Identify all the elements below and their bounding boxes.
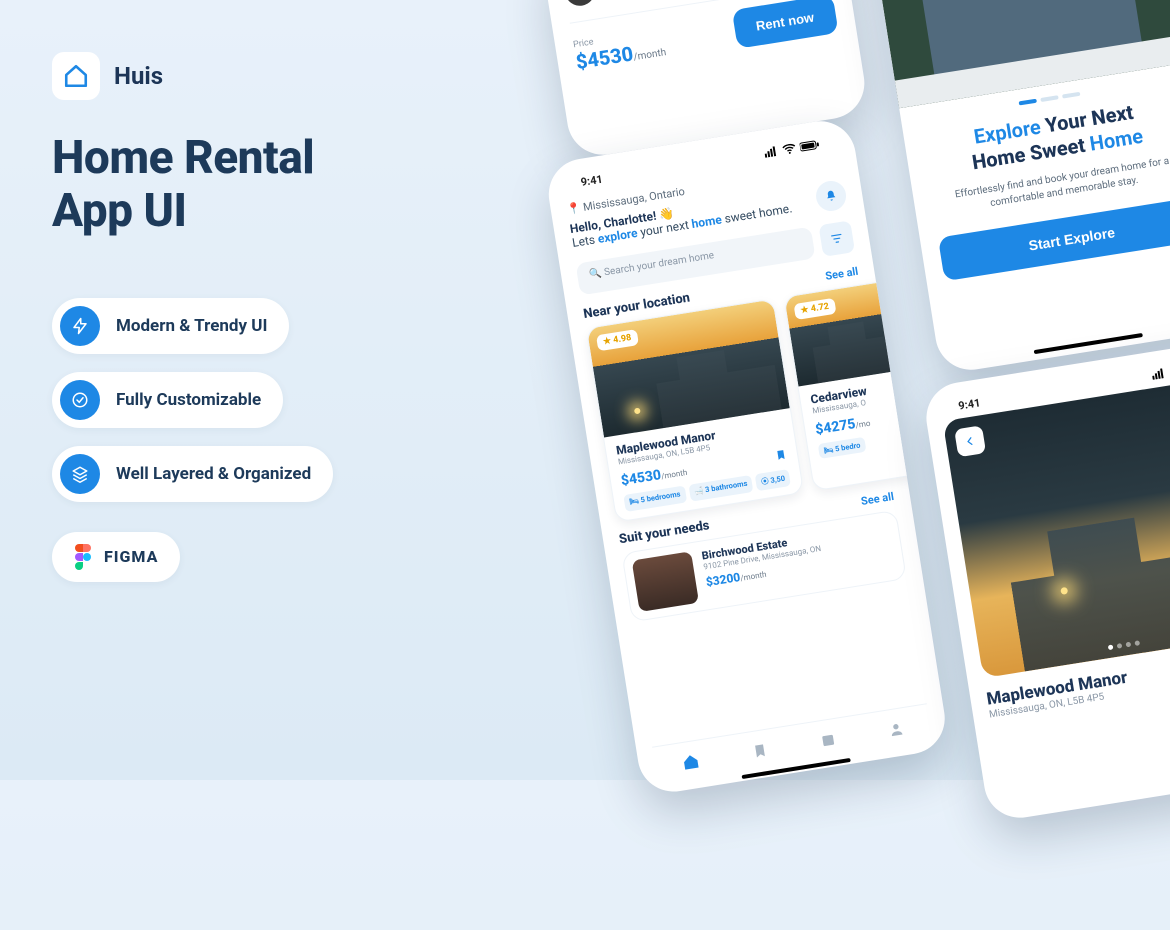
headline: Home Rental App UI <box>52 132 472 238</box>
layers-icon <box>60 454 100 494</box>
check-circle-icon <box>60 380 100 420</box>
status-time: 9:41 <box>957 396 981 412</box>
filter-icon <box>829 231 845 247</box>
home-indicator <box>1034 333 1143 354</box>
owner-avatar <box>563 0 597 8</box>
feature-chip: 🛏 5 bedrooms <box>623 486 686 512</box>
brand-block: Huis <box>52 52 472 100</box>
see-all-link[interactable]: See all <box>860 490 895 508</box>
price-per: /month <box>633 47 667 63</box>
phone-detail: 9:41 Maplewood Manor Mississauga, ON, L5… <box>921 338 1170 823</box>
brand-logo <box>52 52 100 100</box>
filter-button[interactable] <box>818 220 855 257</box>
pin-icon: 📍 <box>566 201 582 216</box>
wifi-icon <box>781 143 796 155</box>
listing-price: $4530 <box>620 467 662 489</box>
status-time: 9:41 <box>580 172 604 188</box>
phone-onboarding: Explore Your Next Home Sweet Home Effort… <box>866 0 1170 375</box>
calendar-icon <box>818 730 837 750</box>
see-all-link[interactable]: See all <box>824 265 859 283</box>
feature-label: Well Layered & Organized <box>116 464 311 484</box>
feature-chip: 🛁 3 bathrooms <box>688 475 754 502</box>
chevron-left-icon <box>964 435 976 448</box>
status-icons <box>1151 361 1170 380</box>
house-icon <box>63 63 89 89</box>
listing-card[interactable]: ★ 4.98 Maplewood Manor Mississauga, ON, … <box>586 298 804 522</box>
figma-label: FIGMA <box>104 547 158 566</box>
user-icon <box>886 719 905 739</box>
bookmark-icon <box>750 740 769 760</box>
feature-pill-layered: Well Layered & Organized <box>52 446 333 502</box>
battery-icon <box>799 139 820 152</box>
feature-pill-modern: Modern & Trendy UI <box>52 298 289 354</box>
tab-bar <box>652 703 933 786</box>
bookmark-button[interactable] <box>774 447 788 463</box>
bell-icon <box>823 188 839 204</box>
notifications-button[interactable] <box>814 179 848 213</box>
rent-now-button[interactable]: Rent now <box>731 0 838 49</box>
listing-card[interactable]: ★ 4.72 Cedarview Mississauga, O $4275/mo… <box>783 278 932 491</box>
listing-thumb <box>632 551 699 612</box>
feature-chip: 🛏 5 bedro <box>818 437 867 459</box>
tab-bookings[interactable] <box>818 730 837 750</box>
listing-image: ★ 4.72 <box>784 279 915 386</box>
listing-price: $4275 <box>814 416 856 438</box>
listing-price: $3200 <box>705 570 741 589</box>
feature-label: Modern & Trendy UI <box>116 316 267 336</box>
brand-name: Huis <box>114 62 163 90</box>
bookmark-icon <box>774 447 788 463</box>
phone-browse: 9:41 📍 Mississauga, Ontario Hello, Charl… <box>544 116 950 797</box>
figma-pill: FIGMA <box>52 532 180 582</box>
tab-home[interactable] <box>680 751 701 772</box>
back-button[interactable] <box>954 425 986 457</box>
feature-chip: ⦿ 3,50 <box>755 469 791 491</box>
rating-badge: ★ 4.98 <box>596 329 639 351</box>
tab-saved[interactable] <box>750 740 769 760</box>
signal-icon <box>1151 368 1166 380</box>
signal-icon <box>764 146 779 158</box>
bolt-icon <box>60 306 100 346</box>
onboarding-hero <box>866 0 1170 108</box>
rating-badge: ★ 4.72 <box>794 298 837 320</box>
figma-icon <box>74 544 92 570</box>
tab-profile[interactable] <box>886 719 905 739</box>
detail-hero <box>943 376 1170 678</box>
feature-pill-customizable: Fully Customizable <box>52 372 283 428</box>
feature-label: Fully Customizable <box>116 390 261 410</box>
status-icons <box>764 139 821 158</box>
home-icon <box>680 751 701 772</box>
